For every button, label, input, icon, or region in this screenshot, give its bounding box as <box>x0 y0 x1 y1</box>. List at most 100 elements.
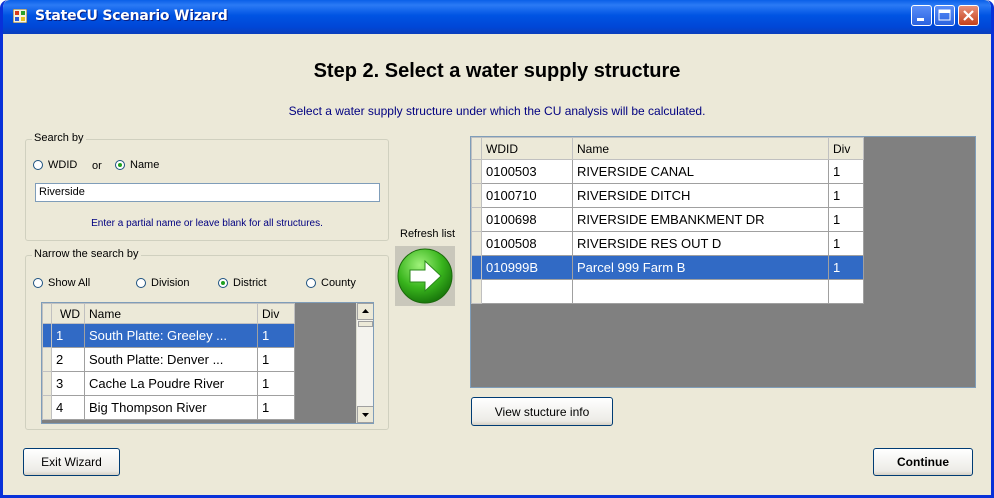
column-header-wdid[interactable]: WDID <box>481 137 573 160</box>
div-cell[interactable]: 1 <box>257 371 295 396</box>
wd-cell[interactable]: 4 <box>51 395 85 420</box>
div-cell[interactable]: 1 <box>257 395 295 420</box>
div-cell[interactable]: 1 <box>828 231 864 256</box>
table-row[interactable]: 4 Big Thompson River 1 <box>42 395 295 420</box>
table-row[interactable]: 3 Cache La Poudre River 1 <box>42 371 295 396</box>
wd-cell[interactable]: 1 <box>51 323 85 348</box>
row-header[interactable] <box>42 323 52 348</box>
scroll-thumb[interactable] <box>358 321 373 327</box>
district-radio[interactable]: District <box>218 277 267 289</box>
column-header-div[interactable]: Div <box>257 303 295 324</box>
wdid-cell[interactable] <box>481 279 573 304</box>
maximize-button[interactable] <box>934 5 955 26</box>
district-grid[interactable]: WD Name Div 1 South Platte: Greeley ... … <box>41 302 374 424</box>
name-radio-label: Name <box>130 159 160 171</box>
app-icon <box>13 9 27 23</box>
refresh-list-label: Refresh list <box>400 228 456 240</box>
column-header-div[interactable]: Div <box>828 137 864 160</box>
div-cell[interactable] <box>828 279 864 304</box>
wdid-cell[interactable]: 0100508 <box>481 231 573 256</box>
name-cell[interactable]: Big Thompson River <box>84 395 258 420</box>
name-cell[interactable] <box>572 279 829 304</box>
search-by-group: Search by WDID or Name Riverside Enter a… <box>25 132 389 241</box>
close-icon <box>963 10 974 21</box>
county-radio-dot <box>306 278 316 288</box>
table-row[interactable]: 0100508 RIVERSIDE RES OUT D 1 <box>471 231 864 256</box>
refresh-list-button[interactable] <box>395 246 455 306</box>
exit-wizard-button[interactable]: Exit Wizard <box>23 448 120 476</box>
name-cell[interactable]: RIVERSIDE EMBANKMENT DR <box>572 207 829 232</box>
div-cell[interactable]: 1 <box>828 207 864 232</box>
table-row[interactable]: 2 South Platte: Denver ... 1 <box>42 347 295 372</box>
div-cell[interactable]: 1 <box>828 255 864 280</box>
search-by-legend: Search by <box>32 132 86 144</box>
table-row[interactable]: 1 South Platte: Greeley ... 1 <box>42 323 295 348</box>
county-radio[interactable]: County <box>306 277 356 289</box>
row-header[interactable] <box>42 371 52 396</box>
name-cell[interactable]: Cache La Poudre River <box>84 371 258 396</box>
scroll-down-arrow-icon <box>362 413 369 417</box>
division-radio-label: Division <box>151 277 190 289</box>
name-cell[interactable]: RIVERSIDE RES OUT D <box>572 231 829 256</box>
wdid-radio[interactable]: WDID <box>33 159 77 171</box>
structure-results-grid[interactable]: WDID Name Div 0100503 RIVERSIDE CANAL 1 … <box>470 136 976 388</box>
view-structure-info-button[interactable]: View stucture info <box>471 397 613 426</box>
div-cell[interactable]: 1 <box>257 347 295 372</box>
new-row[interactable] <box>471 279 864 304</box>
or-label: or <box>92 160 102 172</box>
table-row[interactable]: 0100710 RIVERSIDE DITCH 1 <box>471 183 864 208</box>
row-header[interactable] <box>471 207 482 232</box>
row-header[interactable] <box>471 183 482 208</box>
row-header[interactable] <box>471 159 482 184</box>
title-bar[interactable]: StateCU Scenario Wizard <box>3 0 991 34</box>
div-cell[interactable]: 1 <box>828 159 864 184</box>
name-cell[interactable]: RIVERSIDE CANAL <box>572 159 829 184</box>
row-header[interactable] <box>471 255 482 280</box>
wdid-cell[interactable]: 0100503 <box>481 159 573 184</box>
continue-button[interactable]: Continue <box>873 448 973 476</box>
wd-cell[interactable]: 3 <box>51 371 85 396</box>
table-row[interactable]: 010999B Parcel 999 Farm B 1 <box>471 255 864 280</box>
county-radio-label: County <box>321 277 356 289</box>
results-table-header: WDID Name Div <box>471 137 864 160</box>
close-button[interactable] <box>958 5 979 26</box>
division-radio[interactable]: Division <box>136 277 190 289</box>
row-header[interactable] <box>42 347 52 372</box>
show-all-radio-dot <box>33 278 43 288</box>
column-header-name[interactable]: Name <box>572 137 829 160</box>
scroll-down-button[interactable] <box>357 406 373 423</box>
show-all-radio-label: Show All <box>48 277 91 289</box>
vertical-scrollbar[interactable] <box>356 303 373 423</box>
name-radio[interactable]: Name <box>115 159 159 171</box>
column-header-wd[interactable]: WD <box>51 303 85 324</box>
row-header[interactable] <box>471 231 482 256</box>
row-header-corner <box>471 137 482 160</box>
minimize-button[interactable] <box>911 5 932 26</box>
scroll-up-button[interactable] <box>357 303 373 320</box>
name-cell[interactable]: RIVERSIDE DITCH <box>572 183 829 208</box>
div-cell[interactable]: 1 <box>257 323 295 348</box>
name-cell[interactable]: Parcel 999 Farm B <box>572 255 829 280</box>
name-radio-dot <box>115 160 125 170</box>
name-cell[interactable]: South Platte: Greeley ... <box>84 323 258 348</box>
show-all-radio[interactable]: Show All <box>33 277 90 289</box>
narrow-search-legend: Narrow the search by <box>32 248 141 260</box>
wizard-window: StateCU Scenario Wizard Step 2. Select a… <box>0 0 994 498</box>
wdid-radio-dot <box>33 160 43 170</box>
wdid-cell[interactable]: 0100710 <box>481 183 573 208</box>
wdid-cell[interactable]: 0100698 <box>481 207 573 232</box>
scroll-up-arrow-icon <box>362 309 369 313</box>
div-cell[interactable]: 1 <box>828 183 864 208</box>
table-row[interactable]: 0100503 RIVERSIDE CANAL 1 <box>471 159 864 184</box>
table-row[interactable]: 0100698 RIVERSIDE EMBANKMENT DR 1 <box>471 207 864 232</box>
wdid-cell[interactable]: 010999B <box>481 255 573 280</box>
window-title: StateCU Scenario Wizard <box>35 8 228 24</box>
row-header-corner <box>42 303 52 324</box>
column-header-name[interactable]: Name <box>84 303 258 324</box>
green-arrow-right-icon <box>395 246 455 306</box>
search-input[interactable]: Riverside <box>35 183 380 202</box>
row-header[interactable] <box>42 395 52 420</box>
wd-cell[interactable]: 2 <box>51 347 85 372</box>
row-header[interactable] <box>471 279 482 304</box>
name-cell[interactable]: South Platte: Denver ... <box>84 347 258 372</box>
